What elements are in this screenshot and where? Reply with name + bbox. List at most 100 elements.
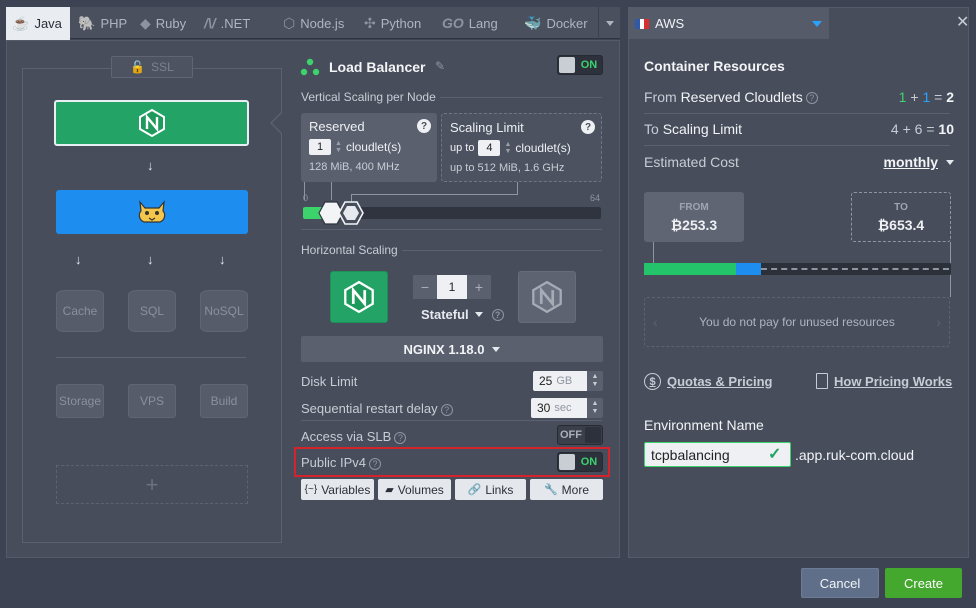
arrow-down-icon: ↓ <box>147 158 154 173</box>
to-price-box: TO ₿653.4 <box>851 192 951 242</box>
stepper-icon[interactable]: ▲ ▼ <box>504 141 511 155</box>
application-server-node[interactable] <box>56 190 248 234</box>
row-divider <box>644 113 950 114</box>
arrow-down-icon: ↓ <box>219 252 226 267</box>
disk-limit-field[interactable]: 25 GB ▲ ▼ <box>533 371 603 391</box>
tab-docker[interactable]: 🐳 Docker <box>524 7 588 39</box>
tab-dotnet[interactable]: /\/ .NET <box>204 7 250 39</box>
limit-spec-prefix: up to <box>450 162 475 174</box>
chevron-right-icon: › <box>936 314 941 330</box>
section-rule <box>440 97 602 98</box>
create-button[interactable]: Create <box>885 568 962 598</box>
restart-delay-field[interactable]: 30 sec ▲ ▼ <box>531 398 603 418</box>
layer-toggle[interactable]: ON <box>557 55 603 75</box>
link-label: How Pricing Works <box>834 373 953 389</box>
php-icon: 🐘 <box>78 14 96 31</box>
help-icon[interactable]: ? <box>491 308 504 321</box>
cancel-button[interactable]: Cancel <box>801 568 879 598</box>
button-label: Links <box>485 482 514 497</box>
to-total: 10 <box>938 121 954 137</box>
limit-prefix: up to <box>450 142 475 154</box>
public-ipv4-label: Public IPv4? <box>301 455 382 470</box>
build-node[interactable]: Build <box>200 384 248 418</box>
reserved-unit: cloudlet(s) <box>345 140 402 154</box>
close-icon[interactable]: ✕ <box>956 12 969 32</box>
limit-cloudlets-input[interactable]: 4 <box>478 140 501 156</box>
more-button[interactable]: 🔧 More <box>530 479 603 500</box>
volumes-button[interactable]: ▰ Volumes <box>378 479 451 500</box>
tab-nodejs[interactable]: ⬡ Node.js <box>283 7 344 39</box>
help-icon[interactable]: ? <box>805 92 818 105</box>
period-dropdown[interactable]: monthly <box>884 154 954 170</box>
scaling-cost-fill <box>736 263 761 275</box>
limit-slider-handle[interactable] <box>338 201 364 225</box>
node-label: Cache <box>62 304 98 318</box>
stepper-icon[interactable]: ▲ ▼ <box>587 398 603 418</box>
chevron-down-icon <box>946 159 954 165</box>
stepper-icon[interactable]: ▲ ▼ <box>335 140 342 154</box>
public-ipv4-toggle[interactable]: ON <box>557 452 603 472</box>
help-icon[interactable]: ? <box>581 120 595 134</box>
help-icon[interactable]: ? <box>440 403 453 416</box>
to-label: To <box>644 121 659 137</box>
chevron-down-icon <box>492 346 501 352</box>
reserved-box: Reserved ? 1 ▲ ▼ cloudlet(s) 128 MiB, 400… <box>301 113 437 182</box>
ssl-toggle[interactable]: 🔓 SSL <box>111 56 193 78</box>
dollar-icon: $ <box>644 373 661 390</box>
variables-icon: {~} <box>304 484 318 495</box>
reserved-title: Reserved <box>309 119 365 134</box>
region-dropdown[interactable]: AWS <box>629 8 829 39</box>
to-bold: Scaling Limit <box>662 121 743 137</box>
vps-node[interactable]: VPS <box>128 384 176 418</box>
to-cloudlets-value: 4 + 6 = 10 <box>890 121 954 137</box>
scaling-mode-dropdown[interactable]: Stateful ? <box>421 307 504 322</box>
chevron-left-icon: ‹ <box>653 314 658 330</box>
version-dropdown[interactable]: NGINX 1.18.0 <box>301 336 603 362</box>
quotas-pricing-link[interactable]: $ Quotas & Pricing <box>644 373 772 390</box>
load-balancer-node[interactable] <box>54 100 249 146</box>
check-icon: ✓ <box>768 446 782 463</box>
tab-java[interactable]: ☕ Java <box>6 7 70 40</box>
version-label: NGINX 1.18.0 <box>403 341 485 357</box>
slider-link-line <box>351 194 517 195</box>
more-tabs-dropdown[interactable] <box>598 7 620 39</box>
to-price-label: TO <box>894 201 908 213</box>
links-button[interactable]: 🔗 Links <box>455 479 526 500</box>
increment-button[interactable]: + <box>467 275 491 299</box>
tab-php[interactable]: 🐘 PHP <box>78 7 127 39</box>
help-icon[interactable]: ? <box>394 431 407 444</box>
tab-label: Node.js <box>300 15 345 31</box>
nosql-node[interactable]: NoSQL <box>200 290 248 332</box>
reserved-cloudlets-input[interactable]: 1 <box>309 139 331 155</box>
tab-python[interactable]: ✣ Python <box>364 7 421 39</box>
edit-name-icon[interactable]: ✎ <box>435 59 445 73</box>
link-label: Quotas & Pricing <box>667 374 773 389</box>
storage-node[interactable]: Storage <box>56 384 104 418</box>
restart-unit: sec <box>554 402 572 414</box>
vertical-scaling-label: Vertical Scaling per Node <box>301 90 436 104</box>
help-icon[interactable]: ? <box>369 457 382 470</box>
how-pricing-works-link[interactable]: How Pricing Works <box>816 373 952 389</box>
chevron-down-icon <box>474 312 483 317</box>
horizontal-scaling-label: Horizontal Scaling <box>301 243 398 257</box>
domain-suffix: .app.ruk-com.cloud <box>795 447 915 463</box>
disk-limit-label: Disk Limit <box>301 374 358 389</box>
variables-button[interactable]: {~} Variables <box>301 479 374 500</box>
tab-go[interactable]: GO Lang <box>442 7 498 39</box>
slb-toggle[interactable]: OFF <box>557 425 603 445</box>
node-label: SQL <box>139 304 164 318</box>
tab-ruby[interactable]: ◆ Ruby <box>140 7 186 39</box>
decrement-button[interactable]: − <box>413 275 437 299</box>
price-pointer-line <box>653 242 654 263</box>
add-layer-button[interactable]: + <box>56 465 248 504</box>
nginx-node-button-alt[interactable] <box>518 271 576 323</box>
nginx-node-button[interactable] <box>330 271 388 323</box>
chevron-down-icon <box>605 20 614 26</box>
cache-node[interactable]: Cache <box>56 290 104 332</box>
sql-node[interactable]: SQL <box>128 290 176 332</box>
help-icon[interactable]: ? <box>417 119 431 133</box>
stepper-icon[interactable]: ▲ ▼ <box>587 371 603 391</box>
folder-icon: ▰ <box>385 484 394 496</box>
node-count-value[interactable]: 1 <box>437 275 467 299</box>
topology-divider <box>56 357 246 358</box>
